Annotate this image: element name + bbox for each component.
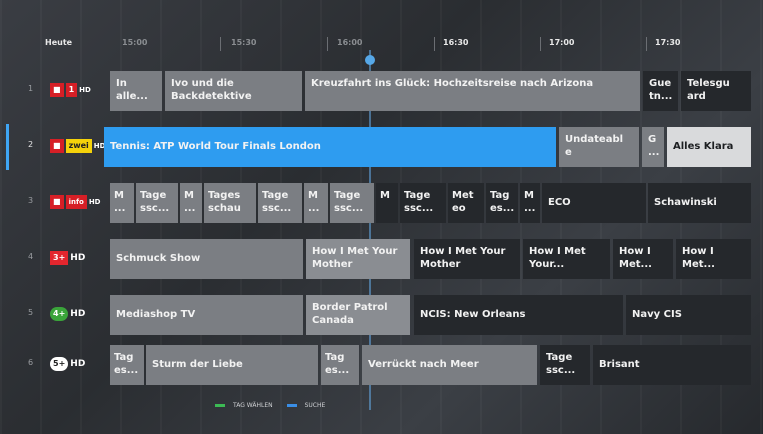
timeline-day: Heute bbox=[45, 38, 73, 47]
channel-row: 3 ■ info HD M ... Tage ssc... M ... Tages … bbox=[0, 180, 763, 226]
timeline-header: Heute 15:00 15:30 16:00 16:30 17:00 17:3… bbox=[0, 30, 763, 58]
program-cell-selected[interactable]: Tennis: ATP World Tour Finals London bbox=[104, 127, 556, 167]
program-cell[interactable]: How I Met... bbox=[676, 239, 751, 279]
program-cell[interactable]: Ivo und die Backdetektive bbox=[165, 71, 302, 111]
timeline-tick bbox=[540, 37, 541, 51]
program-cell[interactable]: M bbox=[376, 183, 398, 223]
green-button-label: TAG WÄHLEN bbox=[233, 401, 273, 409]
program-cell[interactable]: NCIS: New Orleans bbox=[414, 295, 623, 335]
program-cell[interactable]: Tag es... bbox=[110, 345, 144, 385]
timeline-tick bbox=[327, 37, 328, 51]
program-cell[interactable]: Alles Klara bbox=[667, 127, 751, 167]
program-cell[interactable]: Tage ssc... bbox=[330, 183, 374, 223]
program-cell[interactable]: Tage ssc... bbox=[136, 183, 178, 223]
channel-logo-5plus[interactable]: 5+ HD bbox=[50, 355, 85, 373]
program-cell[interactable]: Mediashop TV bbox=[110, 295, 303, 335]
program-cell[interactable]: Tages schau bbox=[204, 183, 256, 223]
program-cell[interactable]: M ... bbox=[110, 183, 134, 223]
channel-number: 6 bbox=[28, 358, 34, 367]
program-cell[interactable]: Tage ssc... bbox=[540, 345, 590, 385]
program-cell[interactable]: ECO bbox=[542, 183, 646, 223]
timeline-tick bbox=[646, 37, 647, 51]
program-cell[interactable]: How I Met Your... bbox=[523, 239, 610, 279]
program-cell[interactable]: Tag es... bbox=[486, 183, 518, 223]
program-cell[interactable]: M ... bbox=[180, 183, 202, 223]
selection-indicator bbox=[6, 124, 9, 170]
channel-logo-srf-zwei[interactable]: ■ zwei HD bbox=[50, 137, 105, 155]
program-cell[interactable]: Schmuck Show bbox=[110, 239, 303, 279]
channel-logo-4plus[interactable]: 4+ HD bbox=[50, 305, 85, 323]
channel-row: 1 ■ 1 HD In alle... Ivo und die Backdetekt… bbox=[0, 68, 763, 114]
program-cell[interactable]: M ... bbox=[304, 183, 328, 223]
channel-number: 4 bbox=[28, 252, 34, 261]
channel-row-selected: 2 ■ zwei HD Tennis: ATP World Tour Finals … bbox=[0, 124, 763, 170]
channel-number: 1 bbox=[28, 84, 34, 93]
blue-button-label: SUCHE bbox=[304, 401, 326, 409]
program-cell[interactable]: Tag es... bbox=[321, 345, 359, 385]
program-cell[interactable]: Sturm der Liebe bbox=[146, 345, 318, 385]
program-cell[interactable]: Schawinski bbox=[648, 183, 751, 223]
timeline-time: 16:00 bbox=[337, 38, 363, 47]
timeline-time: 17:30 bbox=[655, 38, 681, 47]
program-cell[interactable]: Border Patrol Canada bbox=[306, 295, 410, 335]
timeline-time: 16:30 bbox=[443, 38, 469, 47]
program-cell[interactable]: How I Met Your Mother bbox=[414, 239, 520, 279]
program-cell[interactable]: How I Met Your Mother bbox=[306, 239, 410, 279]
green-button-icon bbox=[215, 403, 225, 407]
channel-logo-srf1[interactable]: ■ 1 HD bbox=[50, 81, 91, 99]
timeline-time: 15:00 bbox=[122, 38, 148, 47]
channel-number: 3 bbox=[28, 196, 34, 205]
program-cell[interactable]: Brisant bbox=[593, 345, 751, 385]
channel-logo-3plus[interactable]: 3+ HD bbox=[50, 249, 85, 267]
program-cell[interactable]: Navy CIS bbox=[626, 295, 751, 335]
channel-row: 6 5+ HD Tag es... Sturm der Liebe Tag es.… bbox=[0, 342, 763, 388]
channel-row: 5 4+ HD Mediashop TV Border Patrol Canada… bbox=[0, 292, 763, 338]
program-cell[interactable]: Kreuzfahrt ins Glück: Hochzeitsreise nac… bbox=[305, 71, 640, 111]
timeline-time: 15:30 bbox=[231, 38, 257, 47]
channel-number: 2 bbox=[28, 140, 34, 149]
program-cell[interactable]: Gue tn... bbox=[643, 71, 678, 111]
program-cell[interactable]: Tage ssc... bbox=[258, 183, 302, 223]
channel-logo-srf-info[interactable]: ■ info HD bbox=[50, 193, 100, 211]
program-cell[interactable]: Tage ssc... bbox=[400, 183, 446, 223]
program-cell[interactable]: Telesgu ard bbox=[681, 71, 751, 111]
channel-row: 4 3+ HD Schmuck Show How I Met Your Mothe… bbox=[0, 236, 763, 282]
program-cell[interactable]: M ... bbox=[520, 183, 540, 223]
current-time-marker bbox=[365, 55, 375, 65]
program-cell[interactable]: How I Met... bbox=[613, 239, 673, 279]
program-cell[interactable]: Verrückt nach Meer bbox=[362, 345, 537, 385]
channel-number: 5 bbox=[28, 308, 34, 317]
timeline-tick bbox=[220, 37, 221, 51]
program-cell[interactable]: G ... bbox=[642, 127, 664, 167]
footer-hints: TAG WÄHLEN SUCHE bbox=[215, 398, 325, 412]
timeline-time: 17:00 bbox=[549, 38, 575, 47]
blue-button-icon bbox=[286, 403, 297, 407]
program-cell[interactable]: Met eo bbox=[448, 183, 484, 223]
program-cell[interactable]: In alle... bbox=[110, 71, 162, 111]
program-cell[interactable]: Undateabl e bbox=[559, 127, 639, 167]
timeline-tick bbox=[434, 37, 435, 51]
